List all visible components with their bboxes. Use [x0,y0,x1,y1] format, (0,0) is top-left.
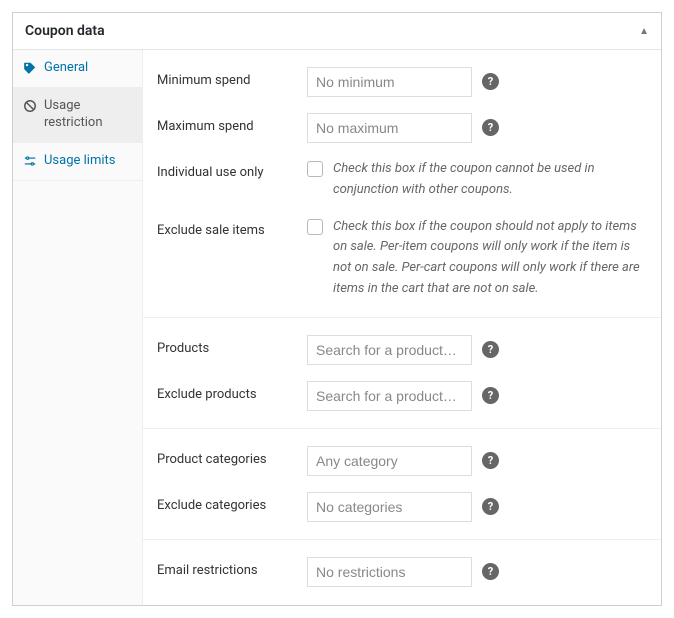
panel-body: General Usage restriction Usage limits M… [13,50,661,605]
coupon-data-panel: Coupon data ▲ General Usage restriction [12,12,662,606]
minimum-spend-input[interactable] [307,67,472,97]
label-exclude-products: Exclude products [157,381,307,402]
collapse-icon[interactable]: ▲ [639,26,649,37]
products-input[interactable] [307,335,472,365]
help-icon[interactable]: ? [482,563,499,580]
row-minimum-spend: Minimum spend ? [157,59,647,105]
label-individual-use: Individual use only [157,159,307,180]
help-icon[interactable]: ? [482,387,499,404]
label-products: Products [157,335,307,356]
exclude-categories-input[interactable] [307,492,472,522]
help-icon[interactable]: ? [482,452,499,469]
row-product-categories: Product categories ? [157,438,647,484]
sidebar-item-label: Usage limits [44,153,115,170]
help-icon[interactable]: ? [482,498,499,515]
product-categories-input[interactable] [307,446,472,476]
maximum-spend-input[interactable] [307,113,472,143]
label-product-categories: Product categories [157,446,307,467]
row-exclude-sale: Exclude sale items Check this box if the… [157,209,647,308]
exclude-products-input[interactable] [307,381,472,411]
row-email-restrictions: Email restrictions ? [157,549,647,595]
sidebar-tabs: General Usage restriction Usage limits [13,50,143,605]
tab-usage-restriction[interactable]: Usage restriction [13,88,142,143]
sliders-icon [23,154,37,168]
row-exclude-products: Exclude products ? [157,373,647,419]
label-minimum-spend: Minimum spend [157,67,307,88]
row-maximum-spend: Maximum spend ? [157,105,647,151]
sidebar-item-label: Usage restriction [44,98,132,132]
individual-use-checkbox[interactable] [307,161,323,177]
panel-title: Coupon data [25,23,105,39]
exclude-sale-description: Check this box if the coupon should not … [333,217,647,300]
sidebar-item-label: General [44,60,88,77]
row-individual-use: Individual use only Check this box if th… [157,151,647,209]
help-icon[interactable]: ? [482,341,499,358]
tag-icon [23,61,37,75]
label-exclude-sale: Exclude sale items [157,217,307,238]
label-exclude-categories: Exclude categories [157,492,307,513]
panel-header: Coupon data ▲ [13,13,661,50]
row-exclude-categories: Exclude categories ? [157,484,647,530]
help-icon[interactable]: ? [482,73,499,90]
tab-general[interactable]: General [13,50,142,88]
email-restrictions-input[interactable] [307,557,472,587]
tab-usage-limits[interactable]: Usage limits [13,143,142,181]
label-maximum-spend: Maximum spend [157,113,307,134]
row-products: Products ? [157,327,647,373]
exclude-sale-checkbox[interactable] [307,219,323,235]
label-email-restrictions: Email restrictions [157,557,307,578]
tab-content: Minimum spend ? Maximum spend ? Individu… [143,50,661,605]
block-icon [23,99,37,113]
help-icon[interactable]: ? [482,119,499,136]
individual-use-description: Check this box if the coupon cannot be u… [333,159,647,201]
